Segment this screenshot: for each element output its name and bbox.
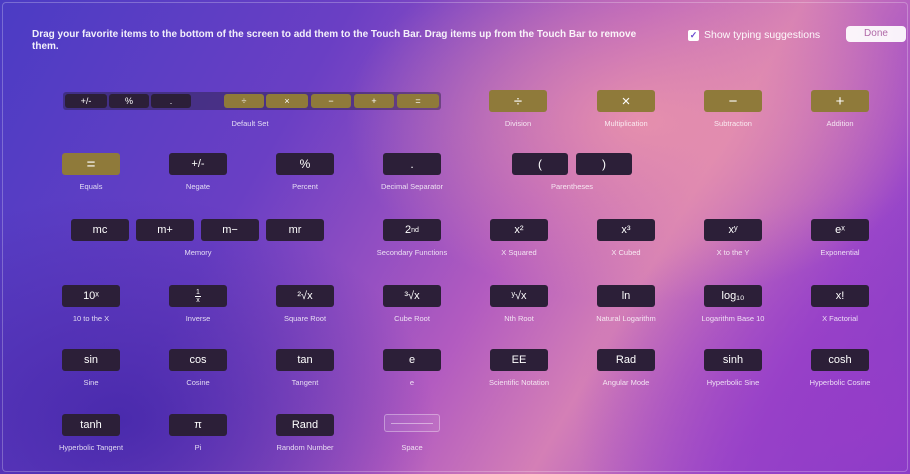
e-label: e [409, 378, 415, 387]
ten-to-x-item[interactable]: 10ˣ [62, 285, 120, 307]
x-to-y-item[interactable]: xʸ [704, 219, 762, 241]
angular-mode-label: Angular Mode [602, 378, 650, 387]
scientific-notation-label: Scientific Notation [488, 378, 550, 387]
square-root-label: Square Root [283, 314, 327, 323]
checkbox-checked-icon[interactable]: ✓ [688, 29, 699, 41]
equals-item[interactable]: = [62, 153, 120, 175]
hyperbolic-tangent-item[interactable]: tanh [62, 414, 120, 436]
memory-label: Memory [184, 248, 212, 257]
parentheses-label: Parentheses [550, 182, 594, 191]
default-set-label: Default Set [231, 119, 269, 128]
inverse-fraction: 1x [195, 288, 201, 304]
negate-label: Negate [185, 182, 211, 191]
hyperbolic-cosine-item[interactable]: cosh [811, 349, 869, 371]
scientific-notation-item[interactable]: EE [490, 349, 548, 371]
open-parenthesis-item[interactable]: ( [512, 153, 568, 175]
inverse-label: Inverse [185, 314, 211, 323]
random-number-label: Random Number [276, 443, 334, 452]
instructions-text: Drag your favorite items to the bottom o… [32, 29, 637, 52]
hyperbolic-cosine-label: Hyperbolic Cosine [809, 378, 871, 387]
x-cubed-item[interactable]: x³ [597, 219, 655, 241]
memory-subtract-item[interactable]: m− [201, 219, 259, 241]
space-item[interactable] [384, 414, 440, 432]
secondary-functions-label: Secondary Functions [376, 248, 448, 257]
decimal-separator-label: Decimal Separator [380, 182, 444, 191]
default-set-equals-key: = [397, 94, 439, 108]
memory-clear-item[interactable]: mc [71, 219, 129, 241]
sine-label: Sine [83, 378, 99, 387]
logarithm-base-10-label: Logarithm Base 10 [701, 314, 765, 323]
angular-mode-item[interactable]: Rad [597, 349, 655, 371]
square-root-item[interactable]: ²√x [276, 285, 334, 307]
cosine-item[interactable]: cos [169, 349, 227, 371]
nth-root-label: Nth Root [504, 314, 534, 323]
tangent-item[interactable]: tan [276, 349, 334, 371]
random-number-item[interactable]: Rand [276, 414, 334, 436]
close-parenthesis-item[interactable]: ) [576, 153, 632, 175]
tangent-label: Tangent [291, 378, 319, 387]
default-set-negate-key: +/- [65, 94, 107, 108]
decimal-separator-item[interactable]: . [383, 153, 441, 175]
done-button[interactable]: Done [846, 26, 906, 42]
show-typing-suggestions-toggle[interactable]: ✓ Show typing suggestions [688, 28, 820, 42]
logarithm-base-10-item[interactable]: log₁₀ [704, 285, 762, 307]
x-factorial-item[interactable]: x! [811, 285, 869, 307]
natural-logarithm-item[interactable]: ln [597, 285, 655, 307]
e-item[interactable]: e [383, 349, 441, 371]
x-to-y-label: X to the Y [716, 248, 750, 257]
subtraction-label: Subtraction [714, 119, 752, 128]
pi-item[interactable]: π [169, 414, 227, 436]
x-cubed-label: X Cubed [611, 248, 641, 257]
cosine-label: Cosine [186, 378, 210, 387]
x-factorial-label: X Factorial [822, 314, 858, 323]
default-set-multiplication-key: × [266, 94, 308, 108]
pi-label: Pi [194, 443, 202, 452]
ten-to-x-label: 10 to the X [72, 314, 110, 323]
hyperbolic-sine-label: Hyperbolic Sine [706, 378, 760, 387]
x-squared-item[interactable]: x² [490, 219, 548, 241]
equals-label: Equals [79, 182, 103, 191]
division-label: Division [504, 119, 532, 128]
default-set-subtraction-key: − [311, 94, 351, 108]
exponential-label: Exponential [820, 248, 860, 257]
show-typing-suggestions-label: Show typing suggestions [704, 29, 821, 41]
default-set-addition-key: + [354, 94, 394, 108]
memory-recall-item[interactable]: mr [266, 219, 324, 241]
default-set-percent-key: % [109, 94, 149, 108]
default-set-division-key: ÷ [224, 94, 264, 108]
x-squared-label: X Squared [501, 248, 537, 257]
secondary-functions-item[interactable]: 2nd [383, 219, 441, 241]
division-item[interactable]: ÷ [489, 90, 547, 112]
space-line [391, 423, 433, 424]
cube-root-label: Cube Root [394, 314, 430, 323]
addition-item[interactable]: + [811, 90, 869, 112]
cube-root-item[interactable]: ³√x [383, 285, 441, 307]
inverse-item[interactable]: 1x [169, 285, 227, 307]
sine-item[interactable]: sin [62, 349, 120, 371]
exponential-item[interactable]: eˣ [811, 219, 869, 241]
percent-label: Percent [292, 182, 318, 191]
multiplication-label: Multiplication [604, 119, 648, 128]
space-label: Space [401, 443, 423, 452]
subtraction-item[interactable]: − [704, 90, 762, 112]
negate-item[interactable]: +/- [169, 153, 227, 175]
default-set-decimal-key: . [151, 94, 191, 108]
multiplication-item[interactable]: × [597, 90, 655, 112]
memory-add-item[interactable]: m+ [136, 219, 194, 241]
natural-logarithm-label: Natural Logarithm [596, 314, 656, 323]
percent-item[interactable]: % [276, 153, 334, 175]
addition-label: Addition [826, 119, 854, 128]
nth-root-item[interactable]: ʸ√x [490, 285, 548, 307]
hyperbolic-tangent-label: Hyperbolic Tangent [58, 443, 124, 452]
hyperbolic-sine-item[interactable]: sinh [704, 349, 762, 371]
